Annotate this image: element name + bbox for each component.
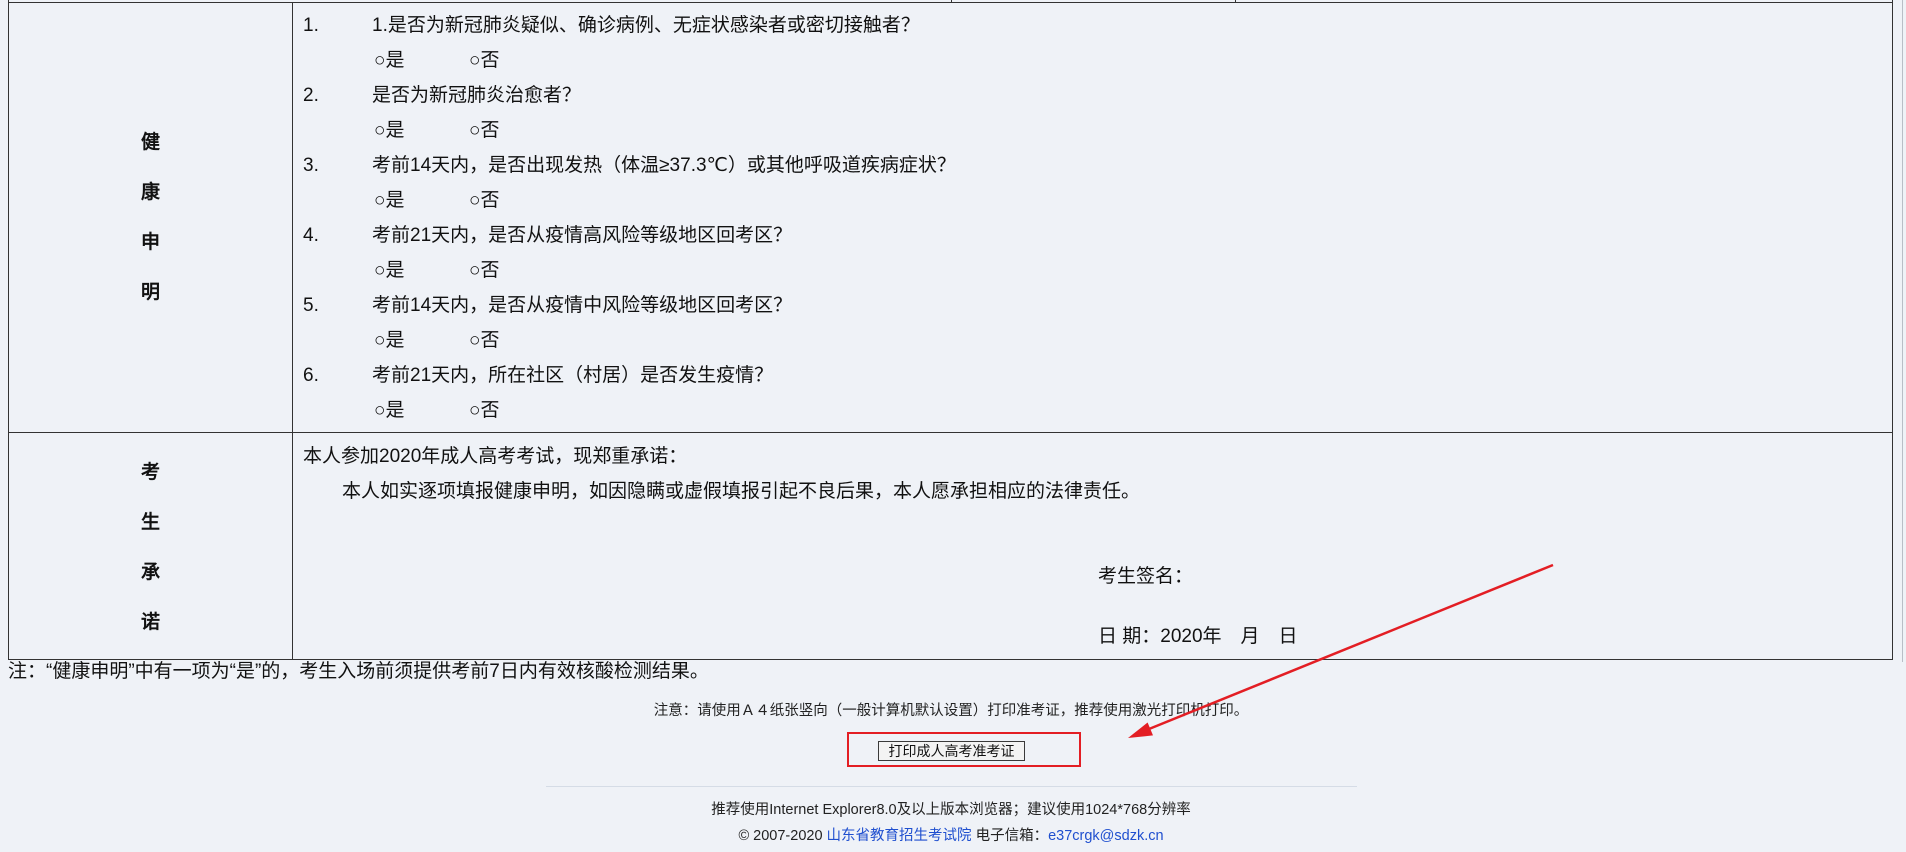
- option-no: ○否: [469, 120, 500, 141]
- question-line: 2. 是否为新冠肺炎治愈者？: [293, 78, 1892, 113]
- print-page: 健 康 申 明 1. 1.是否为新冠肺炎疑似、确诊病例、无症状感染者或密切接触者？…: [0, 0, 1906, 852]
- email-label: 电子信箱：: [975, 828, 1049, 844]
- label-char: 申: [140, 232, 160, 253]
- page-edge-line: [1902, 0, 1903, 662]
- option-yes: ○是: [374, 260, 405, 281]
- option-no: ○否: [469, 190, 500, 211]
- question-text: 是否为新冠肺炎治愈者？: [372, 85, 582, 106]
- option-yes: ○是: [374, 50, 405, 71]
- question-text: 考前21天内，所在社区（村居）是否发生疫情？: [372, 365, 774, 386]
- label-char: 诺: [140, 612, 160, 633]
- label-char: 健: [140, 132, 160, 153]
- question-line: 4. 考前21天内，是否从疫情高风险等级地区回考区？: [293, 218, 1892, 253]
- option-yes: ○是: [374, 120, 405, 141]
- question-item: 3. 考前14天内，是否出现发热（体温≥37.3℃）或其他呼吸道疾病症状？ ○是 ○…: [293, 148, 1892, 218]
- label-char: 生: [140, 512, 160, 533]
- question-line: 6. 考前21天内，所在社区（村居）是否发生疫情？: [293, 358, 1892, 393]
- date-line: 日 期：2020年 月 日: [1098, 626, 1298, 647]
- candidate-commitment-label: 考 生 承 诺: [9, 448, 292, 648]
- question-item: 6. 考前21天内，所在社区（村居）是否发生疫情？ ○是 ○否: [293, 358, 1892, 428]
- option-yes: ○是: [374, 190, 405, 211]
- question-text: 考前21天内，是否从疫情高风险等级地区回考区？: [372, 225, 793, 246]
- health-declaration-label-cell: 健 康 申 明: [8, 2, 293, 433]
- question-list: 1. 1.是否为新冠肺炎疑似、确诊病例、无症状感染者或密切接触者？ ○是 ○否 2.…: [293, 8, 1892, 428]
- candidate-commitment-label-cell: 考 生 承 诺: [8, 432, 293, 660]
- answer-options: ○是 ○否: [293, 113, 1892, 148]
- label-char: 考: [140, 462, 160, 483]
- answer-options: ○是 ○否: [293, 183, 1892, 218]
- email-link[interactable]: e37crgk@sdzk.cn: [1048, 828, 1163, 844]
- question-number: 4.: [303, 225, 319, 246]
- question-line: 3. 考前14天内，是否出现发热（体温≥37.3℃）或其他呼吸道疾病症状？: [293, 148, 1892, 183]
- option-no: ○否: [469, 400, 500, 421]
- question-number: 1.: [303, 15, 319, 36]
- question-text: 1.是否为新冠肺炎疑似、确诊病例、无症状感染者或密切接触者？: [372, 15, 920, 36]
- question-number: 6.: [303, 365, 319, 386]
- commitment-statement: 本人如实逐项填报健康申明，如因隐瞒或虚假填报引起不良后果，本人愿承担相应的法律责…: [342, 481, 1141, 502]
- health-declaration-content-cell: 1. 1.是否为新冠肺炎疑似、确诊病例、无症状感染者或密切接触者？ ○是 ○否 2.…: [292, 2, 1893, 433]
- signature-label: 考生签名：: [1098, 566, 1194, 587]
- browser-recommendation: 推荐使用Internet Explorer8.0及以上版本浏览器；建议使用102…: [711, 802, 1191, 818]
- table-note: 注：“健康申明”中有一项为“是”的，考生入场前须提供考前7日内有效核酸检测结果。: [8, 661, 709, 682]
- copyright-text: © 2007-2020: [738, 828, 823, 844]
- org-link[interactable]: 山东省教育招生考试院: [827, 828, 972, 844]
- question-line: 5. 考前14天内，是否从疫情中风险等级地区回考区？: [293, 288, 1892, 323]
- answer-options: ○是 ○否: [293, 393, 1892, 428]
- copyright-line: © 2007-2020 山东省教育招生考试院 电子信箱：e37crgk@sdzk…: [0, 826, 1902, 846]
- question-line: 1. 1.是否为新冠肺炎疑似、确诊病例、无症状感染者或密切接触者？: [293, 8, 1892, 43]
- label-char: 明: [140, 282, 160, 303]
- candidate-commitment-content-cell: 本人参加2020年成人高考考试，现郑重承诺： 本人如实逐项填报健康申明，如因隐瞒…: [292, 432, 1893, 660]
- option-yes: ○是: [374, 400, 405, 421]
- question-item: 4. 考前21天内，是否从疫情高风险等级地区回考区？ ○是 ○否: [293, 218, 1892, 288]
- print-notice: 注意：请使用Ａ４纸张竖向（一般计算机默认设置）打印准考证，推荐使用激光打印机打印…: [653, 703, 1249, 719]
- option-no: ○否: [469, 260, 500, 281]
- question-number: 3.: [303, 155, 319, 176]
- option-no: ○否: [469, 330, 500, 351]
- label-char: 康: [140, 182, 160, 203]
- question-item: 1. 1.是否为新冠肺炎疑似、确诊病例、无症状感染者或密切接触者？ ○是 ○否: [293, 8, 1892, 78]
- label-char: 承: [140, 562, 160, 583]
- option-yes: ○是: [374, 330, 405, 351]
- question-number: 2.: [303, 85, 319, 106]
- answer-options: ○是 ○否: [293, 43, 1892, 78]
- question-text: 考前14天内，是否从疫情中风险等级地区回考区？: [372, 295, 793, 316]
- health-declaration-label: 健 康 申 明: [9, 118, 292, 318]
- commitment-intro: 本人参加2020年成人高考考试，现郑重承诺：: [303, 446, 688, 467]
- answer-options: ○是 ○否: [293, 323, 1892, 358]
- footer-divider: [546, 786, 1357, 787]
- question-number: 5.: [303, 295, 319, 316]
- question-text: 考前14天内，是否出现发热（体温≥37.3℃）或其他呼吸道疾病症状？: [372, 155, 956, 176]
- annotation-arrow-head: [1128, 722, 1153, 738]
- question-item: 5. 考前14天内，是否从疫情中风险等级地区回考区？ ○是 ○否: [293, 288, 1892, 358]
- question-item: 2. 是否为新冠肺炎治愈者？ ○是 ○否: [293, 78, 1892, 148]
- option-no: ○否: [469, 50, 500, 71]
- answer-options: ○是 ○否: [293, 253, 1892, 288]
- print-admission-ticket-button[interactable]: 打印成人高考准考证: [878, 741, 1025, 761]
